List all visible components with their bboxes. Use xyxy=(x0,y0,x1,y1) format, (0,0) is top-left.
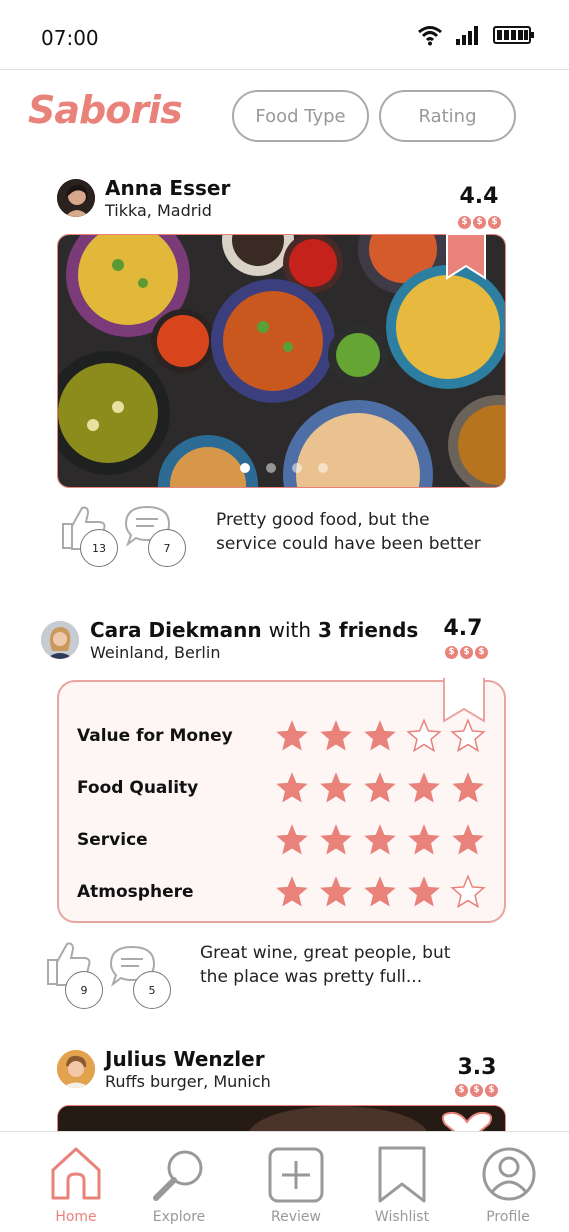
criterion-label: Food Quality xyxy=(77,778,199,798)
top-bar: Saboris Food Type Rating xyxy=(0,70,569,160)
star-filled-icon xyxy=(276,824,308,855)
avatar[interactable] xyxy=(41,621,79,659)
price-level: $ $ $ xyxy=(458,216,501,229)
user-name[interactable]: Cara Diekmann with 3 friends xyxy=(90,618,418,642)
star-filled-icon xyxy=(320,720,352,751)
search-icon xyxy=(153,1150,203,1201)
star-rating xyxy=(274,874,486,910)
criterion-row: Value for Money xyxy=(77,716,497,760)
comment-count[interactable]: 7 xyxy=(148,529,186,567)
star-filled-icon xyxy=(408,876,440,907)
star-filled-icon xyxy=(364,720,396,751)
clock: 07:00 xyxy=(41,26,99,50)
restaurant-location[interactable]: Weinland, Berlin xyxy=(90,643,220,662)
carousel-dot[interactable] xyxy=(240,463,250,473)
carousel-dot[interactable] xyxy=(292,463,302,473)
post-reactions: 9 5 xyxy=(45,940,185,1020)
food-type-filter[interactable]: Food Type xyxy=(232,90,369,142)
bookmark-icon[interactable] xyxy=(446,234,486,280)
star-filled-icon xyxy=(364,824,396,855)
star-filled-icon xyxy=(320,824,352,855)
nav-wishlist[interactable]: Wishlist xyxy=(352,1132,452,1232)
bottom-nav: Home Explore Review Wishlist Profile xyxy=(0,1131,569,1232)
carousel-dot[interactable] xyxy=(318,463,328,473)
nav-profile[interactable]: Profile xyxy=(458,1132,558,1232)
nav-home[interactable]: Home xyxy=(26,1132,126,1232)
user-name[interactable]: Anna Esser xyxy=(105,176,230,200)
star-filled-icon xyxy=(320,772,352,803)
carousel-dot[interactable] xyxy=(266,463,276,473)
criterion-label: Value for Money xyxy=(77,726,233,746)
star-filled-icon xyxy=(320,876,352,907)
rating-score: 4.7 xyxy=(443,616,483,641)
comment-count[interactable]: 5 xyxy=(133,971,171,1009)
status-bar: 07:00 xyxy=(0,0,569,70)
carousel-dots[interactable] xyxy=(240,463,328,473)
rating-filter[interactable]: Rating xyxy=(379,90,516,142)
avatar[interactable] xyxy=(57,179,95,217)
star-filled-icon xyxy=(408,824,440,855)
criterion-label: Service xyxy=(77,830,148,850)
user-icon xyxy=(482,1147,536,1201)
criterion-row: Atmosphere xyxy=(77,872,497,916)
star-empty-icon xyxy=(406,718,442,753)
like-count[interactable]: 13 xyxy=(80,529,118,567)
bookmark-icon[interactable] xyxy=(443,678,485,724)
rating-score: 4.4 xyxy=(459,184,499,209)
food-photo-carousel[interactable] xyxy=(57,234,506,488)
home-icon xyxy=(51,1147,101,1200)
star-empty-icon xyxy=(450,874,486,909)
star-filled-icon xyxy=(408,772,440,803)
post-reactions: 13 7 xyxy=(60,504,200,584)
review-text: Pretty good food, but the service could … xyxy=(216,510,481,554)
signal-icon xyxy=(456,26,478,45)
star-rating xyxy=(274,770,486,806)
criterion-row: Service xyxy=(77,820,497,864)
wifi-icon xyxy=(418,26,442,46)
star-filled-icon xyxy=(276,772,308,803)
bookmark-icon xyxy=(378,1146,426,1203)
criterion-row: Food Quality xyxy=(77,768,497,812)
detailed-rating-card: Value for Money Food Quality Service Atm… xyxy=(57,680,506,923)
star-rating xyxy=(274,822,486,858)
nav-explore[interactable]: Explore xyxy=(129,1132,229,1232)
battery-icon xyxy=(493,26,534,44)
avatar[interactable] xyxy=(57,1050,95,1088)
rating-score: 3.3 xyxy=(457,1055,497,1080)
star-filled-icon xyxy=(364,772,396,803)
star-filled-icon xyxy=(276,720,308,751)
star-filled-icon xyxy=(364,876,396,907)
restaurant-location[interactable]: Tikka, Madrid xyxy=(105,201,212,220)
star-filled-icon xyxy=(276,876,308,907)
app-logo: Saboris xyxy=(28,88,183,132)
price-level: $ $ $ xyxy=(455,1084,498,1097)
like-count[interactable]: 9 xyxy=(65,971,103,1009)
restaurant-location[interactable]: Ruffs burger, Munich xyxy=(105,1072,271,1091)
user-name[interactable]: Julius Wenzler xyxy=(105,1047,265,1071)
star-filled-icon xyxy=(452,772,484,803)
add-icon xyxy=(268,1147,324,1203)
review-text: Great wine, great people, but the place … xyxy=(200,943,451,987)
criterion-label: Atmosphere xyxy=(77,882,194,902)
price-level: $ $ $ xyxy=(445,646,488,659)
nav-review[interactable]: Review xyxy=(246,1132,346,1232)
star-filled-icon xyxy=(452,824,484,855)
